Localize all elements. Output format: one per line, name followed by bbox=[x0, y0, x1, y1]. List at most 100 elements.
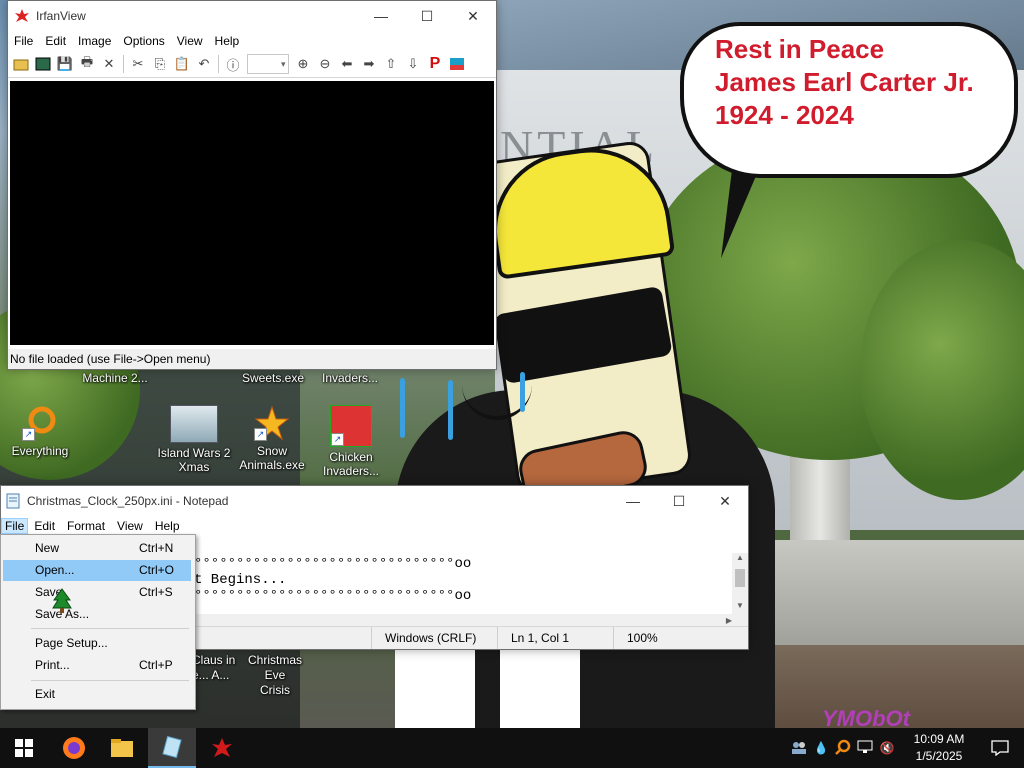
text-line: t Begins... bbox=[194, 572, 287, 588]
snow-animals-icon: ↗ bbox=[254, 405, 290, 441]
desktop-icon-christmas-eve-crisis[interactable]: Christmas Eve Crisis bbox=[237, 653, 313, 698]
previous-icon[interactable]: ⬅ bbox=[336, 53, 358, 75]
everything-tray-icon[interactable] bbox=[832, 739, 854, 758]
notepad-app-icon bbox=[5, 493, 21, 509]
minimize-button[interactable]: — bbox=[610, 486, 656, 516]
effects-icon[interactable] bbox=[446, 53, 468, 75]
menu-item-new[interactable]: New Ctrl+N bbox=[3, 538, 191, 559]
zoom-out-icon[interactable]: ⊖ bbox=[314, 53, 336, 75]
minimize-button[interactable]: — bbox=[358, 1, 404, 31]
slideshow-icon[interactable] bbox=[32, 53, 54, 75]
close-button[interactable]: ✕ bbox=[450, 1, 496, 31]
notifications-button[interactable] bbox=[976, 728, 1024, 768]
line-ending-status: Windows (CRLF) bbox=[385, 631, 477, 645]
menu-item-print[interactable]: Print... Ctrl+P bbox=[3, 655, 191, 676]
taskbar-irfanview[interactable] bbox=[198, 728, 246, 768]
menu-item-label: New bbox=[35, 541, 60, 555]
desktop-icon-island-wars[interactable]: Island Wars 2 Xmas bbox=[154, 405, 234, 474]
menu-item-open[interactable]: Open... Ctrl+O bbox=[3, 560, 191, 581]
desktop-icon-snow-animals[interactable]: ↗ Snow Animals.exe bbox=[232, 405, 312, 472]
menu-item-page-setup[interactable]: Page Setup... bbox=[3, 633, 191, 654]
menu-view[interactable]: View bbox=[111, 519, 149, 533]
desktop-icon-label: Everything bbox=[11, 444, 69, 458]
open-folder-icon[interactable] bbox=[10, 53, 32, 75]
text-editor[interactable]: °°°°°°°°°°°°°°°°°°°°°°°°°°°°°°°oo t Begin… bbox=[194, 556, 471, 604]
scroll-up-icon[interactable]: ▲ bbox=[732, 553, 748, 567]
paste-icon[interactable]: 📋 bbox=[171, 53, 193, 75]
menu-view[interactable]: View bbox=[171, 34, 209, 48]
menu-item-label: Exit bbox=[35, 687, 56, 701]
close-button[interactable]: ✕ bbox=[702, 486, 748, 516]
undo-icon[interactable]: ↶ bbox=[193, 53, 215, 75]
next-icon[interactable]: ➡ bbox=[358, 53, 380, 75]
cut-icon[interactable]: ✂ bbox=[127, 53, 149, 75]
windows-logo-icon bbox=[15, 739, 33, 757]
clock-time: 10:09 AM bbox=[913, 732, 965, 746]
download-icon[interactable]: ⇩ bbox=[402, 53, 424, 75]
menu-file[interactable]: File bbox=[1, 518, 29, 534]
network-icon[interactable] bbox=[854, 740, 876, 757]
menu-item-save-as[interactable]: Save As... bbox=[3, 604, 191, 625]
menu-file[interactable]: File bbox=[8, 34, 39, 48]
scroll-right-icon[interactable]: ▶ bbox=[726, 616, 732, 625]
people-icon[interactable] bbox=[788, 740, 810, 757]
delete-icon[interactable]: ✕ bbox=[98, 53, 120, 75]
scroll-down-icon[interactable]: ▼ bbox=[732, 601, 748, 615]
text-line: °°°°°°°°°°°°°°°°°°°°°°°°°°°°°°°oo bbox=[194, 556, 472, 572]
image-canvas[interactable] bbox=[10, 81, 494, 345]
cartoon-tear bbox=[520, 372, 525, 412]
watermark: YMObOt bbox=[822, 706, 910, 728]
zoom-select[interactable]: ▾ bbox=[247, 54, 289, 74]
clock-date: 1/5/2025 bbox=[915, 749, 963, 763]
desktop-icon-sweets[interactable]: Sweets.exe bbox=[233, 371, 313, 385]
scroll-thumb[interactable] bbox=[735, 569, 745, 587]
irfanview-window[interactable]: IrfanView — ☐ ✕ File Edit Image Options … bbox=[7, 0, 497, 370]
text-line: °°°°°°°°°°°°°°°°°°°°°°°°°°°°°°°oo bbox=[194, 588, 472, 604]
info-icon[interactable]: ⓘ bbox=[222, 53, 244, 75]
desktop-icon-everything[interactable]: ↗ Everything bbox=[0, 405, 80, 458]
menu-image[interactable]: Image bbox=[72, 34, 117, 48]
menu-edit[interactable]: Edit bbox=[39, 34, 72, 48]
cartoon-tear bbox=[400, 378, 405, 438]
desktop-icon-invaders[interactable]: Invaders... bbox=[310, 371, 390, 385]
irfanview-titlebar[interactable]: IrfanView — ☐ ✕ bbox=[8, 1, 496, 31]
status-divider bbox=[497, 627, 498, 649]
menu-options[interactable]: Options bbox=[117, 34, 170, 48]
menu-edit[interactable]: Edit bbox=[28, 519, 61, 533]
droplet-icon[interactable]: 💧 bbox=[810, 741, 832, 755]
menu-help[interactable]: Help bbox=[149, 519, 186, 533]
zoom-in-icon[interactable]: ⊕ bbox=[292, 53, 314, 75]
menu-format[interactable]: Format bbox=[61, 519, 111, 533]
shortcut-arrow-icon: ↗ bbox=[22, 428, 35, 441]
volume-muted-icon[interactable]: 🔇 bbox=[876, 741, 898, 755]
notepad-titlebar[interactable]: Christmas_Clock_250px.ini - Notepad — ☐ … bbox=[1, 486, 748, 516]
desktop-icon-chicken-invaders[interactable]: ↗ Chicken Invaders... bbox=[311, 405, 391, 478]
desktop-icon-label: Chicken Invaders... bbox=[322, 450, 380, 478]
menu-help[interactable]: Help bbox=[209, 34, 246, 48]
copy-icon[interactable]: ⎘ bbox=[149, 53, 171, 75]
taskbar-firefox[interactable] bbox=[50, 728, 98, 768]
menu-separator bbox=[31, 680, 189, 681]
desktop-icon-caption[interactable]: Claus in e... A... bbox=[192, 653, 235, 683]
everything-search-icon: ↗ bbox=[22, 405, 58, 441]
island-wars-icon bbox=[170, 405, 218, 443]
print-icon[interactable]: 🖶 bbox=[76, 53, 98, 75]
maximize-button[interactable]: ☐ bbox=[404, 1, 450, 31]
paint-icon[interactable]: P bbox=[424, 53, 446, 75]
vertical-scrollbar[interactable]: ▲ ▼ bbox=[732, 553, 748, 615]
taskbar-file-explorer[interactable] bbox=[98, 728, 146, 768]
save-icon[interactable]: 💾 bbox=[54, 53, 76, 75]
upload-icon[interactable]: ⇧ bbox=[380, 53, 402, 75]
menu-item-label: Open... bbox=[35, 563, 75, 577]
window-title: Christmas_Clock_250px.ini - Notepad bbox=[27, 494, 229, 508]
start-button[interactable] bbox=[0, 728, 48, 768]
taskbar-clock[interactable]: 10:09 AM 1/5/2025 bbox=[906, 731, 972, 765]
menu-item-save[interactable]: Save Ctrl+S bbox=[3, 582, 191, 603]
desktop-icon-machine[interactable]: Machine 2... bbox=[75, 371, 155, 385]
maximize-button[interactable]: ☐ bbox=[656, 486, 702, 516]
menu-item-exit[interactable]: Exit bbox=[3, 684, 191, 705]
desktop-icon-label: Island Wars 2 Xmas bbox=[157, 446, 231, 474]
caption-line: e... A... bbox=[192, 668, 230, 682]
status-divider bbox=[613, 627, 614, 649]
taskbar-notepad[interactable] bbox=[148, 728, 196, 768]
